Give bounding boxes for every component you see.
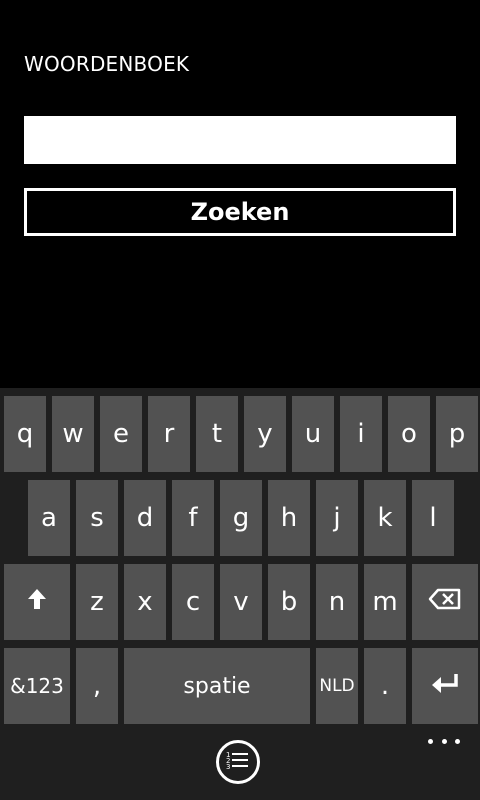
key-g[interactable]: g <box>220 480 262 556</box>
ellipsis-icon <box>428 738 460 744</box>
key-m[interactable]: m <box>364 564 406 640</box>
comma-key[interactable]: , <box>76 648 118 724</box>
key-i[interactable]: i <box>340 396 382 472</box>
key-d[interactable]: d <box>124 480 166 556</box>
key-e[interactable]: e <box>100 396 142 472</box>
language-key[interactable]: NLD <box>316 648 358 724</box>
key-x[interactable]: x <box>124 564 166 640</box>
key-c[interactable]: c <box>172 564 214 640</box>
key-z[interactable]: z <box>76 564 118 640</box>
key-u[interactable]: u <box>292 396 334 472</box>
key-k[interactable]: k <box>364 480 406 556</box>
key-h[interactable]: h <box>268 480 310 556</box>
key-b[interactable]: b <box>268 564 310 640</box>
key-l[interactable]: l <box>412 480 454 556</box>
shift-arrow-icon <box>26 587 48 618</box>
key-f[interactable]: f <box>172 480 214 556</box>
key-w[interactable]: w <box>52 396 94 472</box>
backspace-key[interactable] <box>412 564 478 640</box>
symbols-key[interactable]: &123 <box>4 648 70 724</box>
enter-key[interactable] <box>412 648 478 724</box>
app-title: WOORDENBOEK <box>24 52 190 76</box>
search-button[interactable]: Zoeken <box>24 188 456 236</box>
key-q[interactable]: q <box>4 396 46 472</box>
shift-key[interactable] <box>4 564 70 640</box>
key-s[interactable]: s <box>76 480 118 556</box>
key-o[interactable]: o <box>388 396 430 472</box>
list-button[interactable]: 1 2 3 <box>216 740 260 784</box>
key-j[interactable]: j <box>316 480 358 556</box>
list-icon: 1 2 3 <box>226 749 250 775</box>
enter-arrow-icon <box>430 671 460 701</box>
key-t[interactable]: t <box>196 396 238 472</box>
svg-text:3: 3 <box>226 763 230 771</box>
key-r[interactable]: r <box>148 396 190 472</box>
backspace-icon <box>428 587 462 618</box>
period-key[interactable]: . <box>364 648 406 724</box>
space-key[interactable]: spatie <box>124 648 310 724</box>
search-input[interactable] <box>24 116 456 164</box>
key-y[interactable]: y <box>244 396 286 472</box>
more-button[interactable] <box>428 734 460 748</box>
key-p[interactable]: p <box>436 396 478 472</box>
key-v[interactable]: v <box>220 564 262 640</box>
key-a[interactable]: a <box>28 480 70 556</box>
key-n[interactable]: n <box>316 564 358 640</box>
